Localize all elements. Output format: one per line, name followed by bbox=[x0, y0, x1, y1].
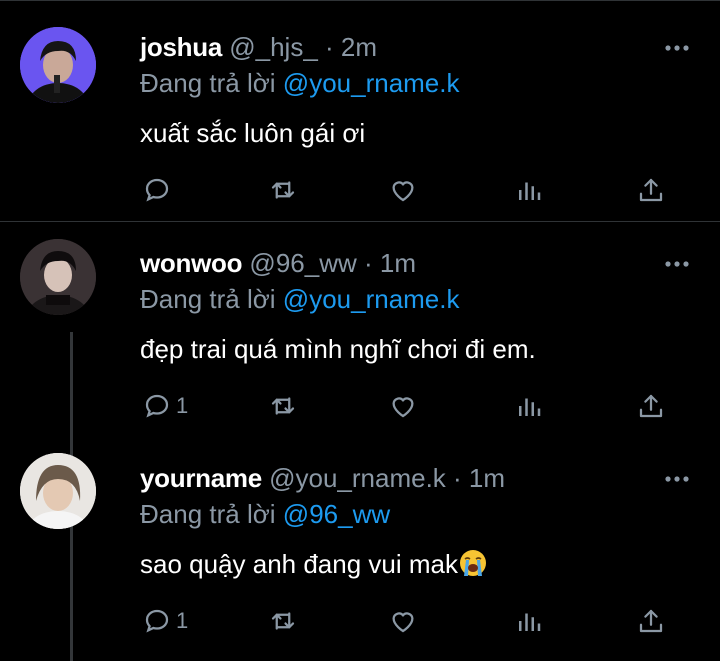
action-bar: 1 bbox=[140, 603, 680, 639]
like-icon bbox=[392, 612, 414, 633]
display-name[interactable]: joshua bbox=[140, 32, 222, 62]
more-icon[interactable] bbox=[664, 260, 690, 268]
action-bar bbox=[140, 172, 680, 208]
reply-button[interactable]: 1 bbox=[142, 388, 188, 424]
tweet-header: wonwoo @96_ww · 1m bbox=[140, 248, 416, 278]
like-icon bbox=[392, 397, 414, 418]
action-bar: 1 bbox=[140, 388, 680, 424]
avatar[interactable] bbox=[20, 27, 96, 103]
views-button[interactable] bbox=[514, 603, 544, 639]
like-icon bbox=[392, 181, 414, 202]
tweet-text-body: sao quậy anh đang vui mak bbox=[140, 549, 458, 579]
share-icon bbox=[639, 178, 663, 202]
tweet-text: xuất sắc luôn gái ơi bbox=[140, 118, 366, 148]
retweet-icon bbox=[271, 397, 295, 415]
reply-prefix: Đang trả lời bbox=[140, 68, 276, 98]
like-button[interactable] bbox=[388, 603, 418, 639]
share-icon bbox=[639, 609, 663, 633]
display-name[interactable]: wonwoo bbox=[140, 248, 242, 278]
more-icon[interactable] bbox=[664, 44, 690, 52]
retweet-icon bbox=[271, 181, 295, 199]
mention-link[interactable]: @you_rname.k bbox=[283, 68, 460, 98]
timestamp[interactable]: · 2m bbox=[325, 32, 377, 62]
avatar[interactable] bbox=[20, 453, 96, 529]
reply-icon bbox=[145, 178, 169, 202]
views-icon bbox=[519, 182, 541, 200]
top-divider bbox=[0, 0, 720, 1]
handle[interactable]: @96_ww bbox=[249, 248, 356, 278]
timestamp[interactable]: · 1m bbox=[364, 248, 416, 278]
reply-count: 1 bbox=[176, 608, 189, 633]
reply-icon bbox=[145, 394, 169, 418]
reply-button[interactable]: 1 bbox=[142, 603, 188, 639]
tweet-header: yourname @you_rname.k · 1m bbox=[140, 463, 505, 493]
handle[interactable]: @_hjs_ bbox=[229, 32, 318, 62]
share-button[interactable] bbox=[636, 172, 666, 208]
display-name[interactable]: yourname bbox=[140, 463, 262, 493]
tweet[interactable]: yourname @you_rname.k · 1m Đang trả lời … bbox=[0, 445, 720, 661]
reply-context: Đang trả lời @96_ww bbox=[140, 499, 390, 529]
share-icon bbox=[639, 394, 663, 418]
tweet-text: sao quậy anh đang vui mak bbox=[140, 548, 488, 580]
retweet-icon bbox=[271, 612, 295, 630]
views-button[interactable] bbox=[514, 388, 544, 424]
retweet-button[interactable] bbox=[268, 603, 298, 639]
reply-prefix: Đang trả lời bbox=[140, 499, 276, 529]
share-button[interactable] bbox=[636, 603, 666, 639]
reply-context: Đang trả lời @you_rname.k bbox=[140, 284, 460, 314]
mention-link[interactable]: @you_rname.k bbox=[283, 284, 460, 314]
reply-count: 1 bbox=[176, 393, 189, 418]
reply-button[interactable] bbox=[142, 172, 176, 208]
avatar[interactable] bbox=[20, 239, 96, 315]
retweet-button[interactable] bbox=[268, 172, 298, 208]
more-icon[interactable] bbox=[664, 475, 690, 483]
views-button[interactable] bbox=[514, 172, 544, 208]
tweet[interactable]: wonwoo @96_ww · 1m Đang trả lời @you_rna… bbox=[0, 230, 720, 445]
reply-icon bbox=[145, 609, 169, 633]
tweet-text: đẹp trai quá mình nghĩ chơi đi em. bbox=[140, 334, 536, 364]
like-button[interactable] bbox=[388, 388, 418, 424]
handle[interactable]: @you_rname.k bbox=[269, 463, 446, 493]
retweet-button[interactable] bbox=[268, 388, 298, 424]
views-icon bbox=[519, 398, 541, 416]
mention-link[interactable]: @96_ww bbox=[283, 499, 390, 529]
timestamp[interactable]: · 1m bbox=[453, 463, 505, 493]
share-button[interactable] bbox=[636, 388, 666, 424]
loudly-crying-face-emoji bbox=[460, 550, 486, 576]
like-button[interactable] bbox=[388, 172, 418, 208]
tweet[interactable]: joshua @_hjs_ · 2m Đang trả lời @you_rna… bbox=[0, 14, 720, 222]
views-icon bbox=[519, 613, 541, 631]
tweet-header: joshua @_hjs_ · 2m bbox=[140, 32, 377, 62]
reply-prefix: Đang trả lời bbox=[140, 284, 276, 314]
reply-context: Đang trả lời @you_rname.k bbox=[140, 68, 460, 98]
